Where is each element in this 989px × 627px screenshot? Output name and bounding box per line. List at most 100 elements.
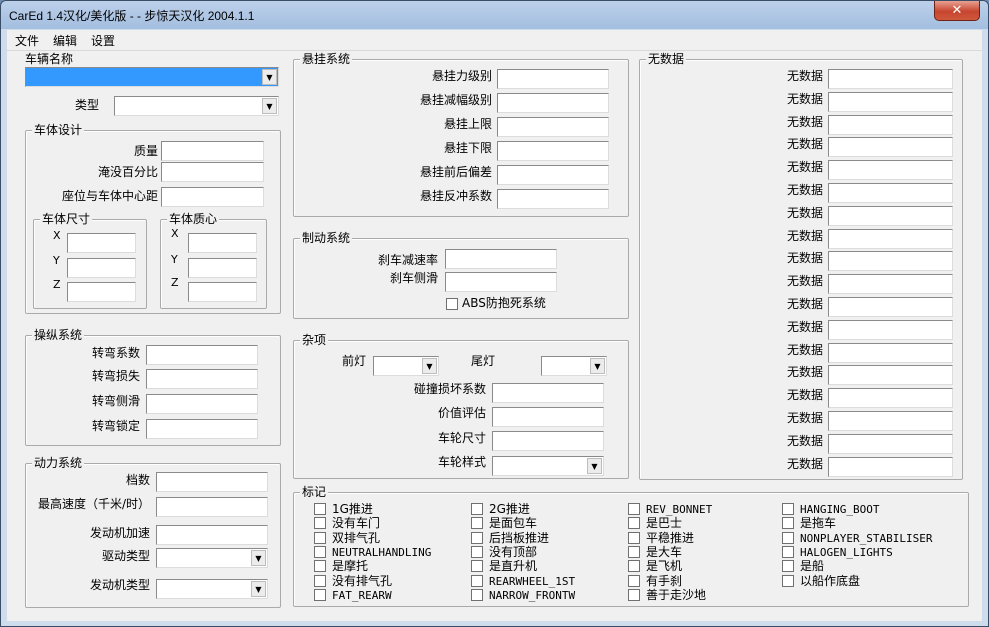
nodata-input[interactable] (828, 91, 953, 112)
flag-checkbox[interactable] (628, 531, 640, 544)
drive-type-select[interactable]: ▼ (156, 548, 268, 568)
nodata-input[interactable] (828, 114, 953, 135)
suspension-input[interactable] (497, 189, 609, 209)
flag-checkbox[interactable] (628, 588, 640, 601)
nodata-input[interactable] (828, 297, 953, 317)
center-z-input[interactable] (188, 282, 257, 302)
flag-checkbox[interactable] (628, 517, 640, 530)
max-speed-input[interactable] (156, 497, 268, 517)
flag-checkbox[interactable] (628, 574, 640, 587)
chevron-down-icon[interactable]: ▼ (590, 358, 605, 374)
menu-edit[interactable]: 编辑 (45, 30, 83, 49)
taillight-select[interactable]: ▼ (541, 356, 607, 376)
value-input[interactable] (492, 407, 604, 427)
flag-checkbox[interactable] (628, 545, 640, 558)
menu-file[interactable]: 文件 (7, 30, 45, 49)
suspension-input[interactable] (497, 117, 609, 137)
nodata-input[interactable] (828, 69, 953, 89)
nodata-input[interactable] (828, 388, 953, 409)
nodata-input[interactable] (828, 342, 953, 363)
nodata-label: 无数据 (786, 411, 823, 425)
size-x-input[interactable] (67, 233, 136, 253)
flag-label: 后挡板推进 (489, 530, 550, 545)
chevron-down-icon[interactable]: ▼ (422, 358, 437, 374)
center-y-input[interactable] (188, 258, 257, 278)
flag-checkbox[interactable] (314, 545, 326, 558)
gears-input[interactable] (156, 472, 268, 492)
flag-checkbox[interactable] (471, 574, 483, 587)
flag-checkbox[interactable] (471, 560, 483, 573)
chevron-down-icon[interactable]: ▼ (262, 98, 277, 114)
flag-checkbox[interactable] (471, 588, 483, 601)
flag-checkbox[interactable] (628, 503, 640, 515)
brake-skid-input[interactable] (445, 272, 557, 292)
chevron-down-icon[interactable]: ▼ (262, 69, 277, 85)
chevron-down-icon[interactable]: ▼ (587, 458, 602, 474)
flag-checkbox[interactable] (314, 517, 326, 530)
wheel-size-label: 车轮尺寸 (437, 431, 486, 445)
group-title: 悬挂系统 (300, 51, 353, 67)
flag-checkbox[interactable] (314, 531, 326, 544)
suspension-input[interactable] (497, 141, 609, 161)
nodata-input[interactable] (828, 251, 953, 272)
flag-checkbox[interactable] (782, 545, 794, 558)
flag-checkbox[interactable] (471, 545, 483, 558)
nodata-input[interactable] (828, 137, 953, 158)
nodata-input[interactable] (828, 160, 953, 181)
flag-checkbox[interactable] (782, 517, 794, 530)
vehicle-name-select[interactable]: ▼ (25, 67, 279, 87)
abs-checkbox[interactable] (446, 298, 458, 310)
nodata-input[interactable] (828, 228, 953, 249)
submerge-input[interactable] (161, 162, 264, 182)
body-design-group: 车体设计 质量 淹没百分比 座位与车体中心距 车体尺寸 X Y Z 车体质心 X… (25, 122, 281, 314)
nodata-input[interactable] (828, 183, 953, 203)
nodata-input[interactable] (828, 433, 953, 454)
engine-type-select[interactable]: ▼ (156, 579, 268, 599)
flag-label: 平稳推进 (646, 530, 695, 545)
collision-input[interactable] (492, 383, 604, 403)
seat-offset-input[interactable] (161, 187, 264, 207)
flag-checkbox[interactable] (782, 531, 794, 544)
close-button[interactable]: ✕ (934, 1, 980, 21)
steering-input[interactable] (146, 369, 258, 389)
suspension-input[interactable] (497, 165, 609, 185)
nodata-input[interactable] (828, 456, 953, 477)
suspension-input[interactable] (497, 69, 609, 89)
size-z-input[interactable] (67, 282, 136, 302)
menu-settings[interactable]: 设置 (83, 30, 121, 49)
nodata-input[interactable] (828, 274, 953, 295)
engine-accel-label: 发动机加速 (89, 526, 150, 540)
steering-input[interactable] (146, 419, 258, 439)
flag-checkbox[interactable] (314, 588, 326, 601)
steering-input[interactable] (146, 345, 258, 365)
flag-checkbox[interactable] (628, 560, 640, 573)
chevron-down-icon[interactable]: ▼ (251, 581, 266, 597)
brake-decel-input[interactable] (445, 249, 557, 269)
nodata-input[interactable] (828, 205, 953, 226)
engine-accel-input[interactable] (156, 525, 268, 545)
flag-checkbox[interactable] (314, 560, 326, 573)
flag-checkbox[interactable] (471, 517, 483, 530)
vehicle-type-select[interactable]: ▼ (114, 96, 279, 116)
flag-checkbox[interactable] (314, 574, 326, 587)
nodata-label: 无数据 (786, 274, 823, 289)
flag-checkbox[interactable] (782, 503, 794, 515)
wheel-size-input[interactable] (492, 431, 604, 451)
nodata-input[interactable] (828, 365, 953, 386)
center-x-input[interactable] (188, 233, 257, 253)
size-y-input[interactable] (67, 258, 136, 278)
wheel-style-select[interactable]: ▼ (492, 456, 604, 476)
title-bar[interactable]: CarEd 1.4汉化/美化版 - - 步惊天汉化 2004.1.1 ✕ (1, 1, 988, 29)
mass-input[interactable] (161, 141, 264, 161)
nodata-input[interactable] (828, 319, 953, 340)
flag-checkbox[interactable] (782, 574, 794, 587)
headlight-select[interactable]: ▼ (373, 356, 439, 376)
flag-checkbox[interactable] (314, 503, 326, 515)
steering-input[interactable] (146, 394, 258, 414)
flag-checkbox[interactable] (471, 531, 483, 544)
suspension-input[interactable] (497, 93, 609, 113)
nodata-input[interactable] (828, 411, 953, 431)
chevron-down-icon[interactable]: ▼ (251, 550, 266, 566)
flag-checkbox[interactable] (782, 560, 794, 573)
flag-checkbox[interactable] (471, 503, 483, 515)
